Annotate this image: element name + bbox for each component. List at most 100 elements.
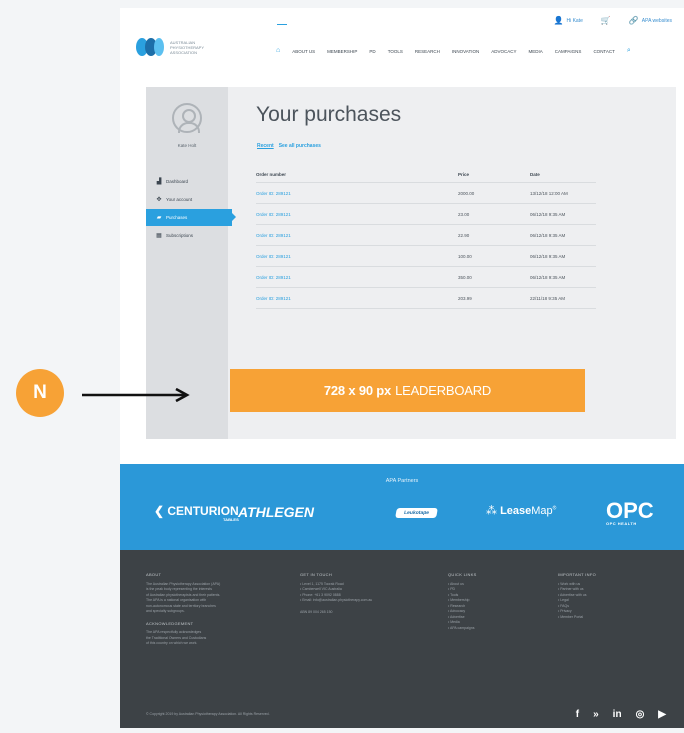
footer-heading: GET IN TOUCH [300,572,333,577]
partners-title: APA Partners [385,478,419,484]
user-name: Kate Holt [177,143,197,148]
order-link[interactable]: Order ID: 289121 [256,191,458,196]
nav-item[interactable]: MEDIA [529,49,543,55]
order-price: 2000.00 [458,190,475,196]
order-price: 203.99 [458,295,472,301]
footer-heading: ABOUT [146,572,162,577]
logo-text: AUSTRALIAN PHYSIOTHERAPY ASSOCIATION [170,39,204,55]
column-header: Date [530,172,540,177]
apa-websites-link[interactable]: 🔗 APA websites [629,16,672,25]
linkedin-icon[interactable]: in [613,709,622,720]
facebook-icon[interactable]: f [576,709,579,720]
footer-about: ABOUT The Australian Physiotherapy Assoc… [146,572,286,647]
table-row: Order ID: 289121 23.00 06/12/18 9:35 AM [256,204,596,225]
partner-name-rest: Map [531,505,553,517]
partner-logo-leukotape[interactable]: Leukotape [395,508,438,518]
nav-item[interactable]: PD [369,49,375,55]
utility-bar: 👤 Hi Kate 🛒 🔗 APA websites [553,16,672,25]
table-header: Order number Price Date [256,167,596,183]
sidebar-item-subscriptions[interactable]: ▦ Subscriptions [146,227,228,244]
search-icon[interactable]: ⌕ [627,47,631,55]
tab-recent[interactable]: Recent [257,143,274,149]
nav-indicator [277,24,287,25]
partner-name: OPC [606,498,654,523]
annotation-badge: N [16,369,64,417]
footer-email-link[interactable]: • Email: info@australian.physiotherapy.c… [300,598,420,604]
page-title: Your purchases [256,103,402,126]
nav-item[interactable]: TOOLS [388,49,403,55]
sidebar-item-label: Purchases [166,215,188,220]
partner-logo-leasemap[interactable]: ⁂ LeaseMap® [486,504,556,517]
order-link[interactable]: Order ID: 289121 [256,275,458,280]
footer-heading: ACKNOWLEDGEMENT [146,620,194,626]
purchase-tabs: Recent See all purchases [257,143,321,149]
nav-item[interactable]: ABOUT US [292,49,315,55]
footer-abn: ABN 89 004 265 150 [300,609,333,614]
twitter-icon[interactable]: » [593,709,599,720]
table-row: Order ID: 289121 100.00 06/12/18 9:35 AM [256,246,596,267]
nav-item[interactable]: INNOVATION [452,49,479,55]
dashboard-icon: ▟ [156,179,162,185]
sidebar-item-label: Subscriptions [166,233,194,238]
order-price: 350.00 [458,274,472,280]
column-header: Order number [256,172,287,177]
nav-item[interactable]: ADVOCACY [491,49,516,55]
partner-logo-athlegen[interactable]: ATHLEGEN [238,504,314,520]
nav-item[interactable]: RESEARCH [415,49,440,55]
order-link[interactable]: Order ID: 289121 [256,254,458,259]
social-links: f » in ◎ ▶ [576,709,666,720]
sidebar-item-account[interactable]: ✥ Your account [146,191,228,208]
order-link[interactable]: Order ID: 289121 [256,296,458,301]
order-price: 100.00 [458,253,472,259]
user-icon: 👤 [553,16,564,25]
order-date: 13/12/18 12:00 AM [530,190,568,196]
leaderboard-label: LEADERBOARD [395,383,492,398]
order-date: 22/11/18 9:35 AM [530,295,565,301]
order-link[interactable]: Order ID: 289121 [256,212,458,217]
table-row: Order ID: 289121 22.90 06/12/18 9:35 AM [256,225,596,246]
copyright: © Copyright 2019 by Australian Physiothe… [146,712,270,716]
subscriptions-icon: ▦ [156,233,162,239]
sidebar-item-label: Your account [166,197,193,202]
leaderboard-ad-slot[interactable]: 728 x 90 px LEADERBOARD [230,369,585,412]
instagram-icon[interactable]: ◎ [636,709,645,720]
logo-mark-icon [136,38,166,56]
account-sidebar: Kate Holt ▟ Dashboard ✥ Your account ▰ P… [146,87,236,439]
link-icon: 🔗 [628,16,639,25]
footer-important-info: IMPORTANT INFO • Work with us • Partner … [558,572,658,620]
youtube-icon[interactable]: ▶ [658,709,666,720]
partners-band: APA Partners ❮ CENTURION TABLES ATHLEGEN… [120,464,684,550]
cart-icon: 🛒 [600,16,611,25]
site-logo[interactable]: AUSTRALIAN PHYSIOTHERAPY ASSOCIATION [136,38,206,56]
partner-logo-centurion[interactable]: ❮ CENTURION TABLES [154,504,239,522]
footer-link[interactable]: • Member Portal [558,615,658,621]
tab-all-purchases[interactable]: See all purchases [279,143,321,149]
footer-text: and specialty subgroups. [146,609,185,613]
leaderboard-size: 728 x 90 px [323,383,392,398]
nav-item[interactable]: CAMPAIGNS [555,49,582,55]
main-nav: ⌂ ABOUT US MEMBERSHIP PD TOOLS RESEARCH … [276,47,631,55]
footer-text: of this country on which we work. [146,641,198,645]
column-header: Price [458,172,470,177]
dashboard-panel: Kate Holt ▟ Dashboard ✥ Your account ▰ P… [146,87,676,439]
order-date: 06/12/18 9:35 AM [530,274,566,280]
order-price: 23.00 [458,211,470,217]
partner-logo-opc[interactable]: OPC OPC HEALTH [606,498,654,526]
sidebar-item-purchases[interactable]: ▰ Purchases [146,209,236,226]
footer-quick-links: QUICK LINKS • About us • PD • Tools • Me… [448,572,538,631]
partner-name: Lease [500,505,532,517]
nav-item[interactable]: CONTACT [593,49,614,55]
order-date: 06/12/18 9:35 AM [530,232,566,238]
partner-name: Leukotape [403,510,430,516]
cart-link[interactable]: 🛒 [601,16,611,25]
nav-item[interactable]: MEMBERSHIP [327,49,357,55]
site-footer: ABOUT The Australian Physiotherapy Assoc… [120,550,684,728]
footer-link[interactable]: • APA campaigns [448,626,538,632]
table-row: Order ID: 289121 350.00 06/12/18 9:35 AM [256,267,596,288]
account-link[interactable]: 👤 Hi Kate [553,16,582,25]
sidebar-item-dashboard[interactable]: ▟ Dashboard [146,173,228,190]
home-icon[interactable]: ⌂ [276,47,280,55]
order-link[interactable]: Order ID: 289121 [256,233,458,238]
leasemap-mark-icon: ⁂ [486,505,501,517]
order-date: 06/12/18 9:35 AM [530,211,566,217]
